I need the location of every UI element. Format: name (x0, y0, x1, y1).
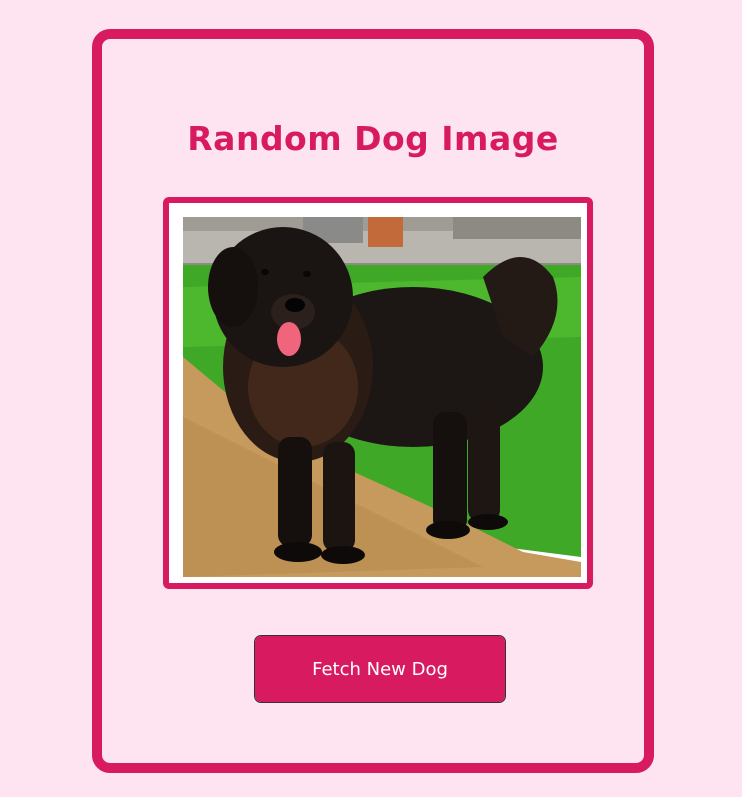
dog-photo-illustration (183, 217, 581, 577)
dog-card: Random Dog Image Fetch New Dog (92, 29, 654, 773)
page-title: Random Dog Image (187, 119, 559, 158)
dog-image-frame (163, 197, 593, 589)
fetch-new-dog-button[interactable]: Fetch New Dog (254, 635, 506, 703)
dog-image (183, 217, 581, 577)
